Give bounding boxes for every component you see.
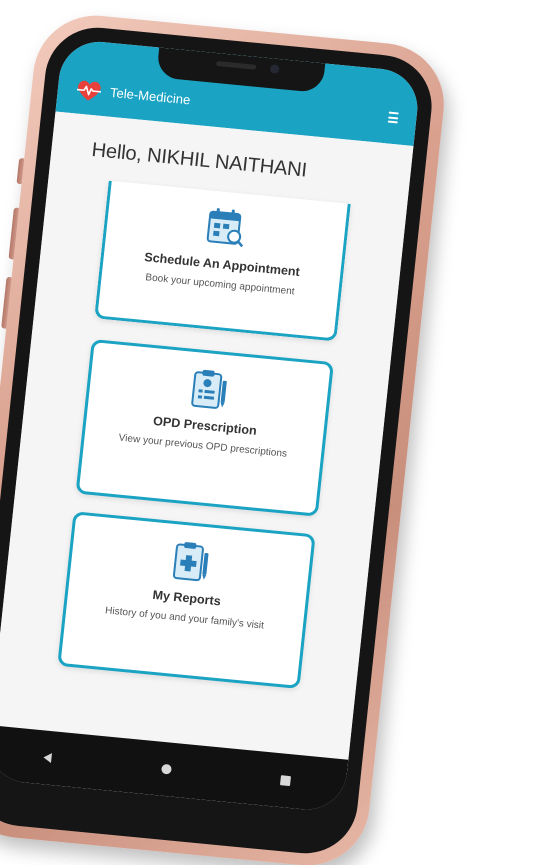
stage: Tele-Medicine Hello, NIKHIL NAITHANI Sch… (0, 0, 546, 865)
opd-prescription-card[interactable]: OPD Prescription View your previous OPD … (75, 339, 334, 517)
schedule-appointment-card[interactable]: Schedule An Appointment Book your upcomi… (94, 180, 351, 342)
medical-report-icon (172, 542, 209, 582)
hamburger-menu-icon[interactable] (387, 111, 399, 124)
prescription-clipboard-icon (191, 369, 227, 409)
greeting-text: Hello, NIKHIL NAITHANI (90, 139, 308, 182)
app-title: Tele-Medicine (109, 84, 192, 108)
back-button[interactable] (31, 741, 64, 774)
main-content: Hello, NIKHIL NAITHANI Schedule An Appoi… (0, 111, 414, 760)
recent-apps-button[interactable] (269, 764, 302, 797)
recent-square-icon (280, 775, 292, 787)
my-reports-card[interactable]: My Reports History of you and your famil… (57, 511, 316, 689)
front-camera (269, 64, 280, 74)
back-triangle-icon (43, 753, 52, 764)
heart-pulse-icon (76, 80, 102, 101)
calendar-search-icon (206, 208, 244, 248)
home-button[interactable] (150, 753, 183, 786)
speaker-grille (215, 60, 257, 70)
phone-device: Tele-Medicine Hello, NIKHIL NAITHANI Sch… (0, 10, 450, 865)
home-circle-icon (161, 764, 172, 775)
